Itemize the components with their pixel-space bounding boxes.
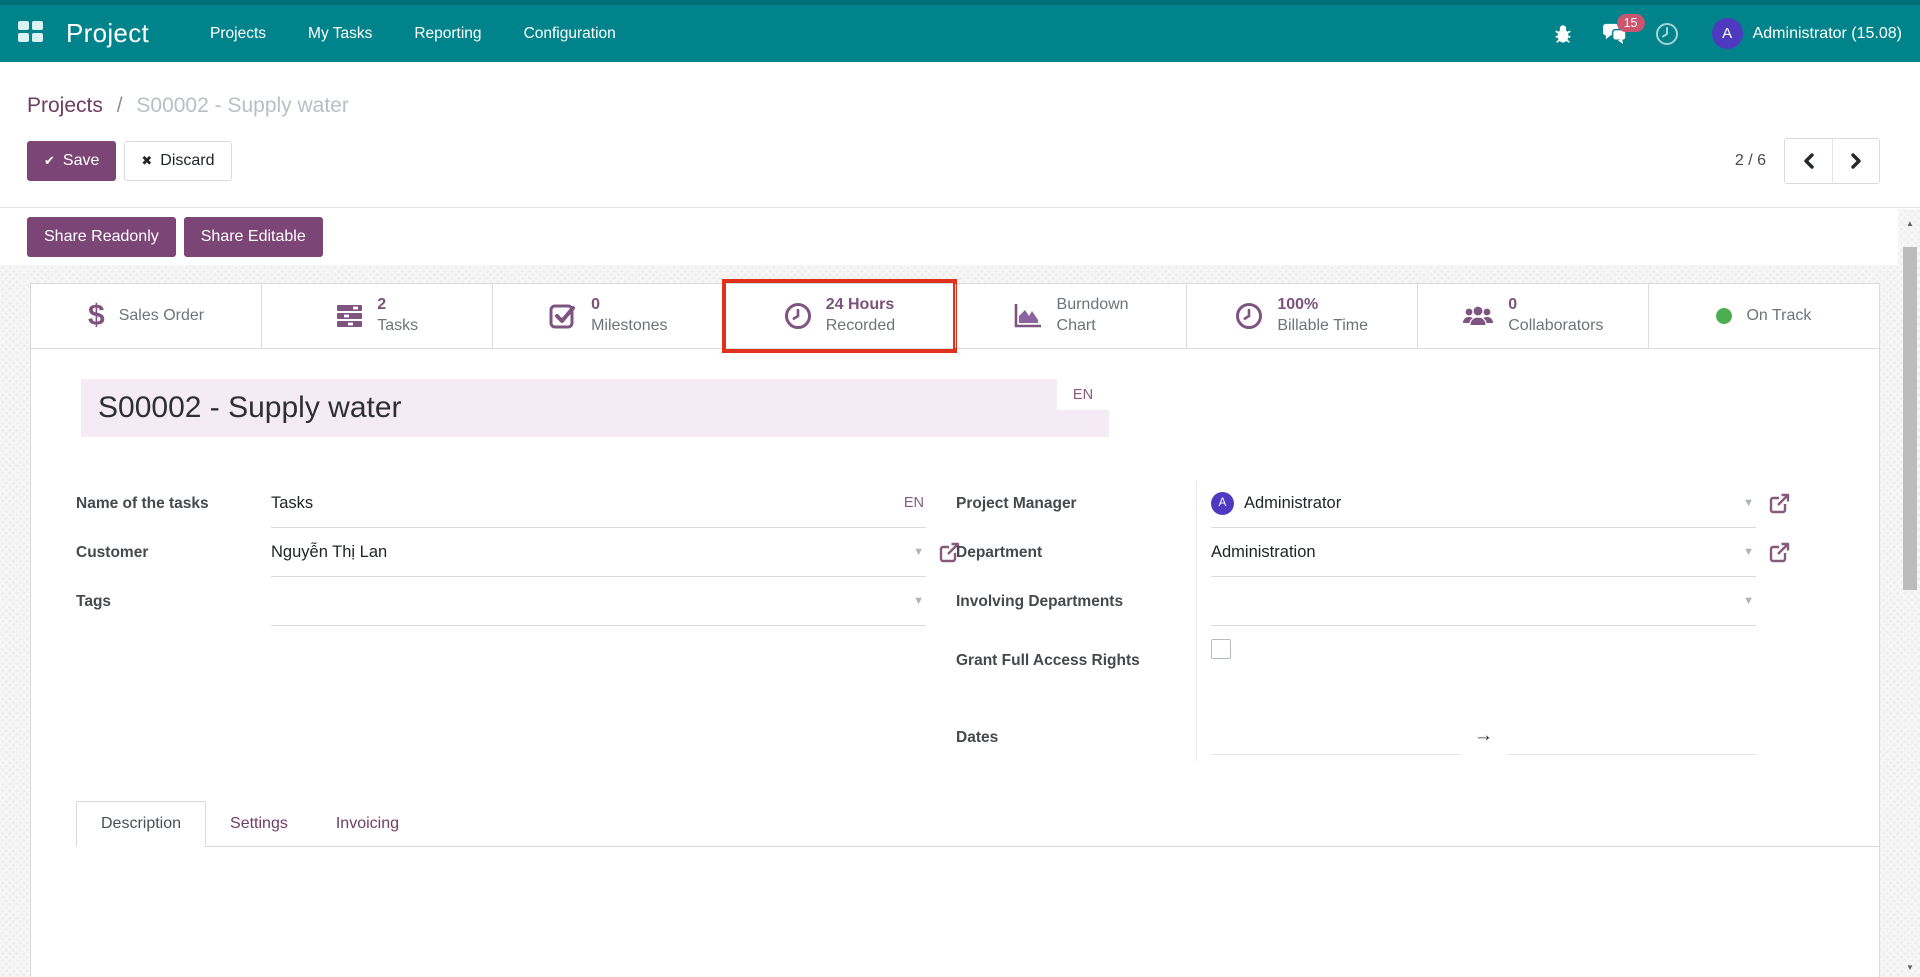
- tags-input[interactable]: ▼: [271, 577, 926, 626]
- scroll-down-arrow[interactable]: ▼: [1900, 959, 1920, 975]
- field-label: Grant Full Access Rights: [956, 636, 1211, 674]
- grant-full-access-checkbox[interactable]: [1211, 639, 1231, 659]
- tab-settings[interactable]: Settings: [206, 802, 312, 846]
- form-sheet: $ Sales Order 2 Tasks: [30, 283, 1880, 977]
- user-name: Administrator (15.08): [1753, 25, 1902, 43]
- debug-bug-icon[interactable]: [1550, 21, 1576, 47]
- check-icon: ✔: [44, 153, 55, 169]
- pager-previous-button[interactable]: [1785, 139, 1832, 183]
- record-title-field[interactable]: S00002 - Supply water EN: [81, 379, 1109, 437]
- project-manager-input[interactable]: A Administrator ▼: [1211, 479, 1756, 528]
- clock-icon: [784, 302, 812, 330]
- scrollbar-thumb[interactable]: [1903, 247, 1917, 590]
- pager-counter: 2 / 6: [1735, 152, 1766, 170]
- breadcrumb-projects-link[interactable]: Projects: [27, 94, 103, 117]
- field-label: Name of the tasks: [76, 479, 271, 528]
- user-avatar: A: [1712, 18, 1743, 49]
- stat-button-milestones[interactable]: 0 Milestones: [492, 284, 723, 348]
- stat-button-billable-time[interactable]: 100% Billable Time: [1186, 284, 1417, 348]
- involving-departments-input[interactable]: ▼: [1211, 577, 1756, 626]
- clock-icon: [1235, 302, 1263, 330]
- external-link-icon[interactable]: [1769, 542, 1790, 563]
- start-date-input[interactable]: [1211, 721, 1460, 755]
- pager-next-button[interactable]: [1832, 139, 1879, 183]
- stat-button-on-track[interactable]: On Track: [1648, 284, 1879, 348]
- external-link-icon[interactable]: [1769, 493, 1790, 514]
- vertical-scrollbar[interactable]: ▲ ▼: [1900, 209, 1920, 977]
- field-row-customer: Customer Nguyễn Thị Lan ▼: [76, 528, 926, 577]
- breadcrumb-current: S00002 - Supply water: [136, 94, 348, 117]
- x-icon: ✖: [141, 153, 152, 169]
- field-row-tags: Tags ▼: [76, 577, 926, 626]
- customer-input[interactable]: Nguyễn Thị Lan ▼: [271, 528, 926, 577]
- field-row-name-of-tasks: Name of the tasks Tasks EN: [76, 479, 926, 528]
- field-label: Project Manager: [956, 479, 1211, 528]
- share-readonly-button[interactable]: Share Readonly: [27, 217, 176, 257]
- chevron-down-icon[interactable]: ▼: [1743, 497, 1754, 509]
- chevron-down-icon[interactable]: ▼: [913, 546, 924, 558]
- field-label: Department: [956, 528, 1211, 577]
- stat-button-collaborators[interactable]: 0 Collaborators: [1417, 284, 1648, 348]
- field-label: Involving Departments: [956, 577, 1211, 626]
- title-lang-badge[interactable]: EN: [1057, 379, 1109, 410]
- scroll-up-arrow[interactable]: ▲: [1900, 215, 1920, 231]
- save-button[interactable]: ✔ Save: [27, 141, 116, 181]
- user-menu[interactable]: A Administrator (15.08): [1712, 18, 1902, 49]
- breadcrumb-separator: /: [117, 94, 123, 117]
- field-label: Dates: [956, 713, 1211, 762]
- menu-configuration[interactable]: Configuration: [503, 5, 637, 62]
- share-button-row: Share Readonly Share Editable: [0, 209, 1898, 265]
- field-row-project-manager: Project Manager A Administrator ▼: [956, 479, 1756, 528]
- activities-clock-icon[interactable]: [1654, 21, 1680, 47]
- field-row-involving-departments: Involving Departments ▼: [956, 577, 1756, 626]
- name-of-tasks-input[interactable]: Tasks EN: [271, 479, 926, 528]
- chevron-down-icon[interactable]: ▼: [1743, 546, 1754, 558]
- manager-avatar: A: [1211, 492, 1234, 515]
- share-editable-button[interactable]: Share Editable: [184, 217, 323, 257]
- record-title: S00002 - Supply water: [98, 391, 402, 425]
- tab-invoicing[interactable]: Invoicing: [312, 802, 423, 846]
- field-lang-badge[interactable]: EN: [904, 495, 924, 511]
- field-row-dates: Dates →: [956, 713, 1756, 762]
- field-label: Tags: [76, 577, 271, 626]
- apps-menu-icon[interactable]: [18, 21, 44, 47]
- stat-button-tasks[interactable]: 2 Tasks: [261, 284, 492, 348]
- chevron-down-icon[interactable]: ▼: [1743, 595, 1754, 607]
- field-label: Customer: [76, 528, 271, 577]
- department-input[interactable]: Administration ▼: [1211, 528, 1756, 577]
- control-panel: Projects / S00002 - Supply water ✔ Save …: [0, 62, 1920, 208]
- top-navbar: Project Projects My Tasks Reporting Conf…: [0, 0, 1920, 62]
- menu-reporting[interactable]: Reporting: [393, 5, 502, 62]
- menu-projects[interactable]: Projects: [189, 5, 287, 62]
- tab-description[interactable]: Description: [76, 801, 206, 847]
- stat-button-hours-recorded[interactable]: 24 Hours Recorded: [723, 284, 954, 348]
- stat-button-burndown-chart[interactable]: Burndown Chart: [955, 284, 1186, 348]
- stat-button-sales-order[interactable]: $ Sales Order: [31, 284, 261, 348]
- field-row-grant-full-access: Grant Full Access Rights: [956, 626, 1756, 713]
- content-area: Share Readonly Share Editable $ Sales Or…: [0, 209, 1920, 977]
- green-dot-icon: [1716, 308, 1732, 324]
- message-count-badge: 15: [1617, 14, 1645, 33]
- tasks-icon: [336, 303, 363, 329]
- app-brand[interactable]: Project: [66, 18, 149, 49]
- breadcrumb: Projects / S00002 - Supply water: [27, 94, 349, 118]
- dollar-icon: $: [88, 299, 105, 333]
- check-square-icon: [549, 302, 577, 330]
- menu-my-tasks[interactable]: My Tasks: [287, 5, 393, 62]
- users-icon: [1462, 304, 1494, 328]
- chevron-down-icon[interactable]: ▼: [913, 595, 924, 607]
- discard-button[interactable]: ✖ Discard: [124, 141, 231, 181]
- systray: 15 A Administrator (15.08): [1550, 18, 1902, 49]
- end-date-input[interactable]: [1507, 721, 1756, 755]
- arrow-right-icon: →: [1474, 725, 1493, 751]
- field-row-department: Department Administration ▼: [956, 528, 1756, 577]
- stat-button-row: $ Sales Order 2 Tasks: [31, 284, 1879, 349]
- messages-icon[interactable]: 15: [1602, 21, 1628, 47]
- area-chart-icon: [1013, 303, 1043, 329]
- notebook-tabs: Description Settings Invoicing: [76, 796, 1879, 847]
